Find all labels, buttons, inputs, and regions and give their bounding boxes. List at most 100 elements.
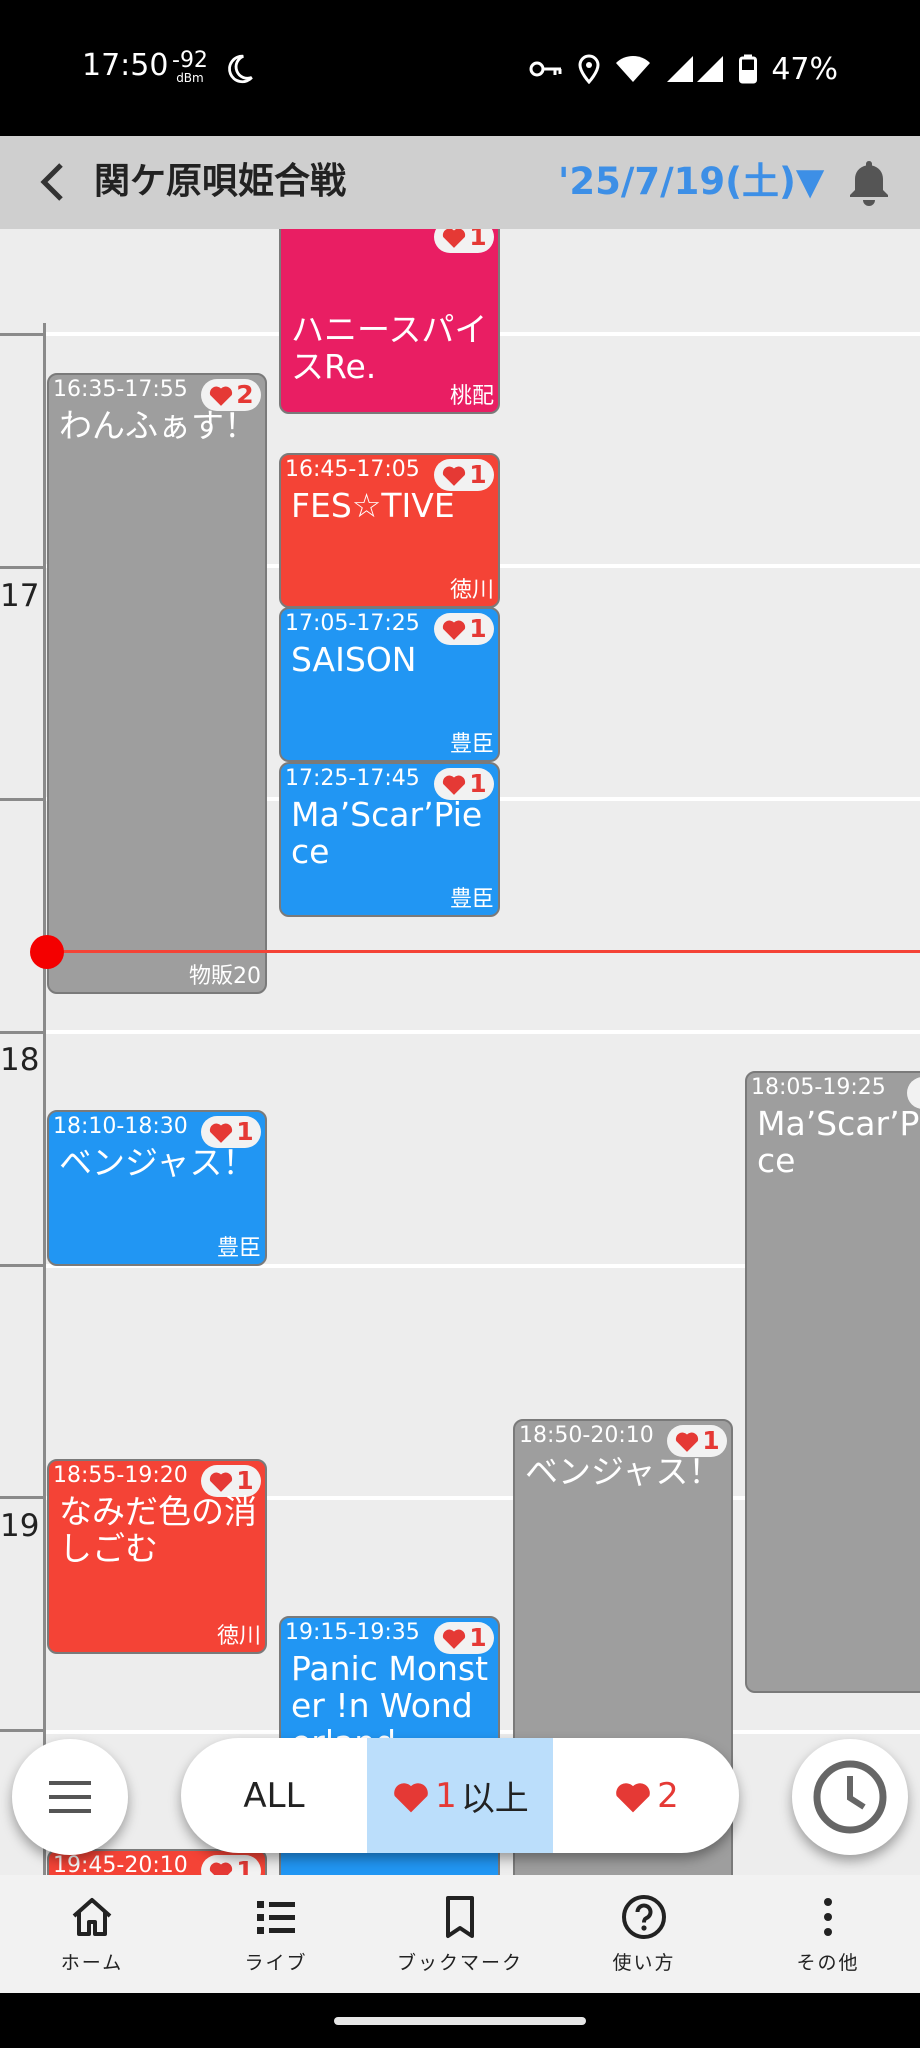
hour-label-17: 17 — [0, 578, 40, 614]
key-icon — [529, 61, 562, 77]
nav-more[interactable]: その他 — [736, 1875, 920, 1993]
like-badge[interactable]: 1 — [201, 1855, 261, 1875]
event-time: 18:05-19:25 — [751, 1075, 886, 1100]
nav-help-label: 使い方 — [612, 1951, 676, 1974]
event-time: 16:45-17:05 — [285, 457, 420, 482]
event-time: 18:10-18:30 — [53, 1114, 188, 1139]
filter-exact-count: 2 — [657, 1775, 679, 1816]
event-name: わんふぁす！ — [59, 406, 257, 445]
event-stage: 豊臣 — [216, 1236, 261, 1261]
like-count: 1 — [469, 229, 487, 251]
filter-1-or-more[interactable]: 1 以上 — [367, 1738, 553, 1853]
home-icon — [72, 1897, 112, 1936]
event-card[interactable]: 17:05-17:25 1 SAISON 豊臣 — [279, 607, 500, 762]
back-button[interactable] — [24, 154, 80, 210]
event-time: 18:50-20:10 — [519, 1423, 654, 1448]
like-filter: ALL 1 以上 2 — [181, 1738, 739, 1853]
more-icon — [824, 1897, 832, 1936]
event-time: 18:55-19:20 — [53, 1463, 188, 1488]
nav-live[interactable]: ライブ — [184, 1875, 368, 1993]
axis-tick — [0, 1729, 44, 1732]
axis-tick — [0, 333, 44, 336]
event-stage: 徳川 — [449, 578, 494, 603]
clock-icon — [813, 1760, 887, 1834]
event-card[interactable]: 18:55-19:20 1 なみだ色の消しごむ 徳川 — [47, 1459, 267, 1654]
chevron-left-icon — [40, 163, 63, 201]
like-count: 1 — [469, 460, 487, 489]
heart-icon — [210, 1123, 233, 1143]
event-stage: 豊臣 — [449, 887, 494, 912]
hamburger-icon — [49, 1781, 91, 1813]
nav-home[interactable]: ホーム — [0, 1875, 184, 1993]
bell-icon — [850, 161, 888, 206]
event-time: 17:05-17:25 — [285, 611, 420, 636]
event-card[interactable]: 16:45-17:05 1 FES☆TIVE 徳川 — [279, 453, 500, 608]
filter-all-label: ALL — [243, 1775, 305, 1816]
event-name: なみだ色の消しごむ — [59, 1492, 257, 1568]
heart-icon — [616, 1782, 650, 1812]
like-count: 1 — [469, 1623, 487, 1652]
filter-all[interactable]: ALL — [181, 1738, 367, 1853]
heart-icon — [443, 1629, 466, 1649]
heart-icon — [443, 466, 466, 486]
like-count: 1 — [469, 614, 487, 643]
filter-2[interactable]: 2 — [553, 1738, 739, 1853]
nav-bookmark[interactable]: ブックマーク — [368, 1875, 552, 1993]
heart-icon — [210, 1862, 233, 1875]
bookmark-icon — [446, 1895, 474, 1938]
event-stage: 豊臣 — [449, 732, 494, 757]
event-stage: 物販20 — [189, 964, 261, 989]
event-stage: 桃配 — [449, 384, 494, 409]
event-stage: 徳川 — [216, 1624, 261, 1649]
heart-icon — [210, 386, 233, 406]
event-card[interactable]: 17:25-17:45 1 Ma’Scar’Piece 豊臣 — [279, 762, 500, 917]
event-card[interactable]: 1 ハニースパイスRe. 桃配 — [279, 229, 500, 414]
signal-dbm-unit: dBm — [176, 71, 204, 85]
hour-label-18: 18 — [0, 1042, 40, 1078]
grid-line — [46, 1030, 920, 1034]
signal-strength: -92 dBm — [172, 50, 208, 85]
battery-icon — [739, 54, 758, 84]
status-icons: 47% — [529, 51, 838, 87]
event-name: FES☆TIVE — [291, 486, 455, 525]
page-title: 関ケ原唄姫合戦 — [94, 161, 347, 202]
nav-live-label: ライブ — [244, 1951, 308, 1974]
event-name: Ma’Scar’Piece — [291, 795, 483, 871]
axis-tick — [0, 1264, 44, 1267]
jump-to-now-button[interactable] — [792, 1739, 908, 1855]
list-icon — [257, 1900, 295, 1934]
event-card[interactable]: 18:10-18:30 1 ベンジャス！ 豊臣 — [47, 1110, 267, 1266]
notification-button[interactable] — [840, 154, 898, 212]
battery-percent: 47% — [771, 51, 838, 87]
bottom-nav: ホーム ライブ ブックマーク 使い方 その他 — [0, 1875, 920, 1993]
system-gesture-bar — [0, 1993, 920, 2048]
axis-tick — [0, 1496, 44, 1499]
nav-home-label: ホーム — [60, 1951, 124, 1974]
event-name: ハニースパイスRe. — [291, 310, 488, 386]
time-axis — [43, 323, 46, 1875]
event-name: SAISON — [291, 640, 417, 679]
event-card[interactable]: 18:05-19:25 Ma’Scar’Piece 物販 — [745, 1071, 920, 1693]
like-count: 1 — [469, 769, 487, 798]
axis-tick — [0, 566, 44, 569]
hour-label-19: 19 — [0, 1508, 40, 1544]
filter-min-count: 1 — [435, 1775, 457, 1816]
event-name: Ma’Scar’Piece — [757, 1104, 920, 1180]
menu-button[interactable] — [12, 1739, 128, 1855]
event-name: ベンジャス！ — [525, 1452, 722, 1491]
location-icon — [578, 54, 600, 84]
date-selector[interactable]: '25/7/19(土)▼ — [558, 156, 824, 208]
clock-time: 17:50 — [82, 48, 169, 83]
like-count: 1 — [236, 1466, 254, 1495]
nav-help[interactable]: 使い方 — [552, 1875, 736, 1993]
timeline[interactable]: 17 18 19 1 ハニースパイスRe. 桃配 16:35-17:55 2 わ… — [0, 229, 920, 1875]
nav-bookmark-label: ブックマーク — [396, 1951, 523, 1974]
like-badge[interactable]: 1 — [434, 229, 494, 253]
home-gesture-handle[interactable] — [334, 2017, 586, 2025]
heart-icon — [443, 620, 466, 640]
event-card[interactable]: 16:35-17:55 2 わんふぁす！ 物販20 — [47, 373, 267, 994]
app-header: 関ケ原唄姫合戦 '25/7/19(土)▼ — [0, 136, 920, 229]
heart-icon — [210, 1472, 233, 1492]
event-time: 19:15-19:35 — [285, 1620, 420, 1645]
heart-icon — [676, 1432, 699, 1452]
